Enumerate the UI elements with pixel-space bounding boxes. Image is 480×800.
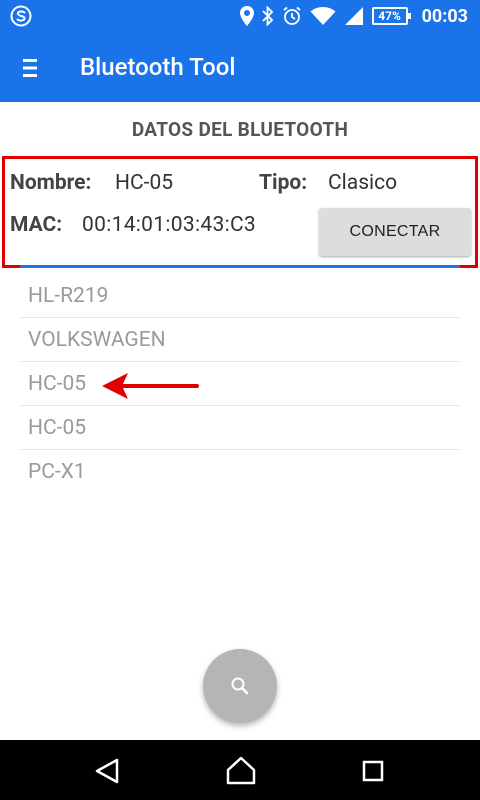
connect-button[interactable]: CONECTAR: [319, 208, 471, 256]
annotation-arrow-icon: [102, 373, 199, 399]
nav-recents-icon[interactable]: [362, 760, 384, 782]
status-bar: 47% 00:03: [0, 0, 480, 32]
device-list-item[interactable]: PC-X1: [20, 450, 460, 494]
nav-home-icon[interactable]: [225, 755, 257, 785]
device-list-item[interactable]: HL-R219: [20, 274, 460, 318]
search-icon: [231, 677, 249, 695]
device-list-item[interactable]: VOLKSWAGEN: [20, 318, 460, 362]
app-title: Bluetooth Tool: [80, 53, 236, 81]
battery-indicator: 47%: [371, 7, 411, 25]
search-fab-button[interactable]: [203, 649, 277, 723]
system-nav-bar: [0, 740, 480, 800]
list-divider: [20, 265, 460, 268]
status-time: 00:03: [421, 5, 468, 27]
cell-signal-icon: [344, 7, 363, 25]
location-pin-icon: [239, 6, 254, 26]
screen: 47% 00:03 Bluetooth Tool DATOS DEL BLUET…: [0, 0, 480, 800]
device-list-item[interactable]: HC-05: [20, 406, 460, 450]
name-label: Nombre:: [10, 171, 92, 195]
section-title: DATOS DEL BLUETOOTH: [131, 118, 349, 141]
device-list-item[interactable]: HC-05: [20, 362, 460, 406]
alarm-clock-icon: [283, 6, 301, 25]
type-value: Clasico: [328, 171, 398, 195]
app-s-logo-icon: [10, 5, 32, 27]
wifi-icon: [310, 7, 336, 25]
battery-level: 47%: [378, 9, 401, 23]
name-value: HC-05: [115, 171, 174, 195]
bluetooth-icon: [261, 6, 273, 26]
mac-label: MAC:: [10, 213, 63, 237]
type-label: Tipo:: [259, 171, 308, 195]
nav-back-icon[interactable]: [93, 757, 121, 785]
app-bar: Bluetooth Tool: [0, 32, 480, 102]
mac-value: 00:14:01:03:43:C3: [82, 213, 257, 237]
hamburger-menu-icon[interactable]: [20, 57, 42, 79]
status-icons: 47% 00:03: [239, 4, 468, 28]
device-info-panel: Nombre: HC-05 Tipo: Clasico MAC: 00:14:0…: [2, 156, 478, 268]
device-list: HL-R219 VOLKSWAGEN HC-05 HC-05 PC-X1: [20, 274, 460, 494]
